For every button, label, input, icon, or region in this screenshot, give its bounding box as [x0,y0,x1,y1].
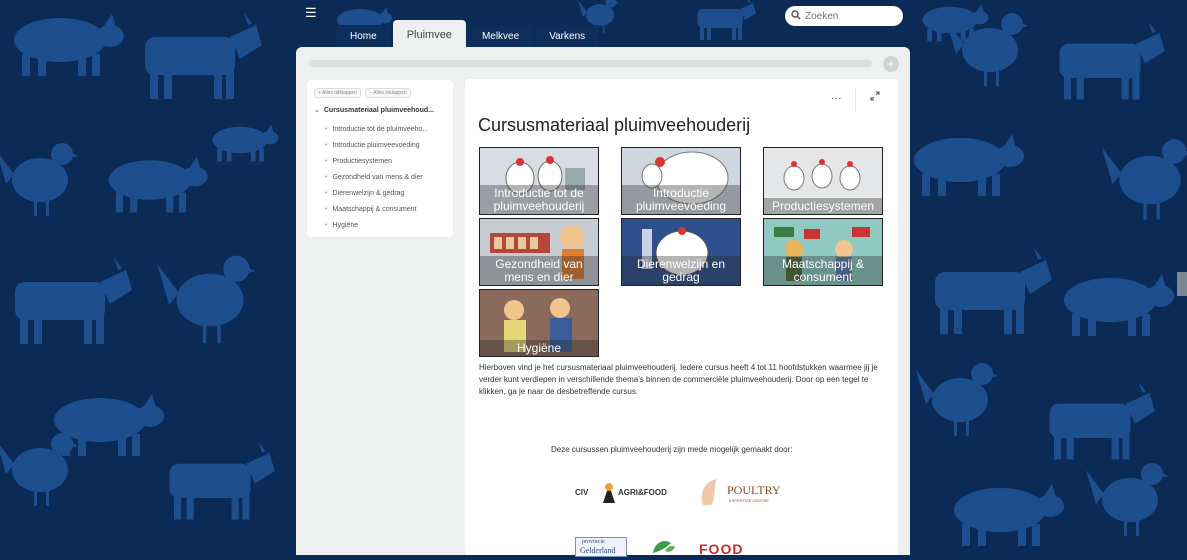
gelderland-logo-line2: Gelderland [580,546,616,555]
main-tabs: Home Pluimvee Melkvee Varkens [336,20,601,47]
tile-label: Maatschappij & consument [764,256,882,285]
fullscreen-icon[interactable] [870,91,880,103]
sidebar-item-introductie-tot[interactable]: • Introductie tot de pluimveeho... [325,122,428,138]
tile-pluimveevoeding[interactable]: Introductie pluimveevoeding [621,147,741,215]
bullet-icon: • [325,142,328,149]
expand-all-button[interactable]: + Alles uitklappen [314,88,362,98]
page-title: Cursusmateriaal pluimveehouderij [478,115,751,135]
tab-varkens[interactable]: Varkens [535,25,600,47]
green-leaf-logo[interactable] [651,537,677,555]
bullet-icon: • [325,206,328,213]
poultry-logo-text: POULTRY [727,483,781,497]
content-card: ... Cursusmateriaal pluimveehouderij Int… [465,79,898,557]
collapse-all-button[interactable]: − Alles inklappen [365,88,411,98]
civ-agrifood-logo[interactable]: CIV AGRI&FOOD [575,481,675,505]
bullet-icon: • [325,174,328,181]
bullet-icon: • [325,158,328,165]
tile-label: Hygiëne [480,340,598,356]
tile-label: Dierenwelzijn en gedrag [622,256,740,285]
sidebar-item-productiesystemen[interactable]: • Productiesystemen [325,154,428,170]
sidebar-item-label: Hygiëne [332,222,359,229]
tile-label: Productiesystemen [764,198,882,214]
chevron-down-icon: ⌄ [314,107,320,114]
civ-logo-text-right: AGRI&FOOD [618,488,667,497]
sidebar-item-maatschappij[interactable]: • Maatschappij & consument [325,202,428,218]
sidebar-item-label: Introductie pluimveevoeding [332,142,420,149]
sidebar-item-dierenwelzijn[interactable]: • Dierenwelzijn & gedrag [325,186,428,202]
hamburger-menu-icon[interactable]: ☰ [305,6,317,20]
sidebar-item-pluimveevoeding[interactable]: • Introductie pluimveevoeding [325,138,428,154]
tile-productiesystemen[interactable]: Productiesystemen [763,147,883,215]
tile-introductie-tot[interactable]: Introductie tot de pluimveehouderij [479,147,599,215]
poultry-emblem [701,479,717,505]
tile-label: Gezondheid van mens en dier [480,256,598,285]
sidebar-course-label: Cursusmateriaal pluimveehoud... [323,107,434,114]
bullet-icon: • [325,126,328,133]
sidebar-item-label: Dierenwelzijn & gedrag [332,190,405,197]
search-box[interactable] [785,6,903,26]
sidebar-course-item[interactable]: ⌄ Cursusmateriaal pluimveehoud... [314,106,434,114]
tile-label: Introductie pluimveevoeding [622,185,740,214]
food-logo-text: FOOD [699,541,744,555]
tile-maatschappij[interactable]: Maatschappij & consument [763,218,883,286]
tab-pluimvee[interactable]: Pluimvee [392,20,466,47]
sidebar-items: • Introductie tot de pluimveeho... • Intro… [325,122,428,234]
tile-dierenwelzijn[interactable]: Dierenwelzijn en gedrag [621,218,741,286]
progress-bar [308,60,872,67]
leaf-icon [653,541,675,553]
bullet-icon: • [325,222,328,229]
food-logo[interactable]: FOOD [699,541,799,555]
course-sidebar: + Alles uitklappen − Alles inklappen ⌄ Cu… [307,80,453,237]
sidebar-item-label: Maatschappij & consument [332,206,417,213]
search-input[interactable] [803,9,897,23]
tile-gezondheid[interactable]: Gezondheid van mens en dier [479,218,599,286]
expand-all-label: Alles uitklappen [322,90,358,96]
collapse-all-label: Alles inklappen [373,90,407,96]
provincie-gelderland-logo[interactable]: provincie Gelderland [575,537,627,557]
bullet-icon: • [325,190,328,197]
sidebar-item-label: Introductie tot de pluimveeho... [332,126,429,133]
sponsor-text: Deze cursussen pluimveehouderij zijn med… [551,445,793,454]
add-button[interactable]: + [883,56,899,72]
sidebar-item-label: Productiesystemen [332,158,392,165]
civ-logo-text-left: CIV [575,488,589,497]
divider [855,89,856,111]
tab-melkvee[interactable]: Melkvee [467,25,534,47]
search-icon [791,9,803,23]
scrollbar-thumb[interactable] [1177,272,1187,296]
tile-label: Introductie tot de pluimveehouderij [480,185,598,214]
description-text: Hierboven vind je het cursusmateriaal pl… [479,363,878,396]
sidebar-item-hygiene[interactable]: • Hygiëne [325,218,428,234]
sidebar-item-gezondheid[interactable]: • Gezondheid van mens & dier [325,170,428,186]
main-panel: + + Alles uitklappen − Alles inklappen ⌄… [296,47,910,557]
poultry-expertise-logo[interactable]: POULTRY EXPERTISE CENTRE [699,477,809,507]
gelderland-logo-line1: provincie [582,539,605,545]
tab-home[interactable]: Home [336,25,391,47]
sidebar-item-label: Gezondheid van mens & dier [332,174,423,181]
more-options-icon[interactable]: ... [831,91,842,102]
tile-hygiene[interactable]: Hygiëne [479,289,599,357]
poultry-logo-subtext: EXPERTISE CENTRE [729,498,769,503]
